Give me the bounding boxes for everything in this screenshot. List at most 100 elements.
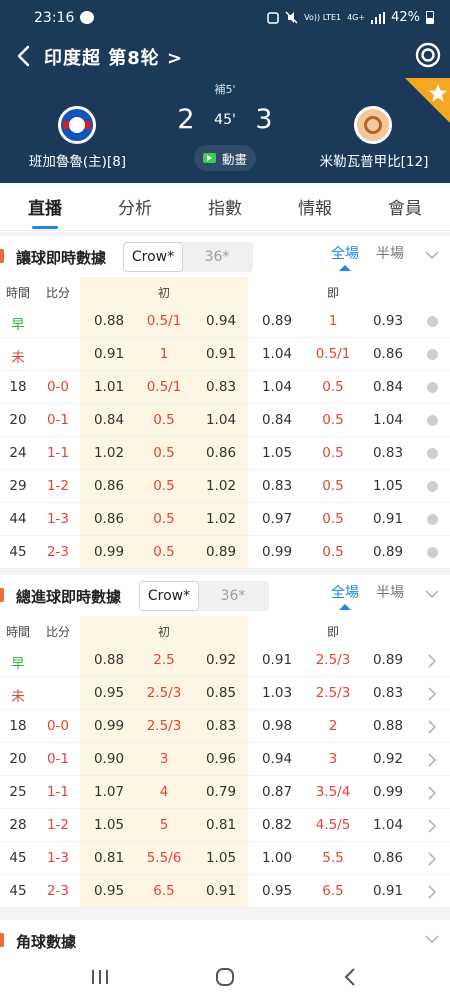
current-line: 0.5 bbox=[322, 445, 344, 461]
collapse-chevron-icon[interactable] bbox=[425, 248, 439, 262]
tv-icon bbox=[202, 153, 216, 163]
odds-row[interactable]: 45 2-3 0.95 6.5 0.91 0.95 6.5 0.91 bbox=[0, 875, 450, 908]
current-away-odds: 1.04 bbox=[372, 412, 404, 428]
initial-line: 0.5/1 bbox=[146, 379, 182, 395]
row-score: 2-3 bbox=[46, 544, 70, 560]
home-icon[interactable] bbox=[212, 965, 238, 989]
row-time: 20 bbox=[9, 751, 27, 767]
initial-away-odds: 1.02 bbox=[205, 511, 237, 527]
row-time: 早 bbox=[11, 656, 25, 672]
favorite-star-icon[interactable] bbox=[405, 78, 450, 123]
chevron-right-icon[interactable] bbox=[427, 687, 437, 701]
match-header: 23:16 Vo)) LTE1 4G+ 42% 印度超 第8轮 > 補5' 2 … bbox=[0, 0, 450, 183]
tab-analysis[interactable]: 分析 bbox=[105, 194, 165, 219]
odds-row[interactable]: 45 1-3 0.81 5.5/6 1.05 1.00 5.5 0.86 bbox=[0, 842, 450, 875]
current-home-odds: 0.82 bbox=[261, 817, 293, 833]
current-line: 2 bbox=[328, 718, 338, 734]
odds-row: 29 1-2 0.86 0.5 1.02 0.83 0.5 1.05 bbox=[0, 470, 450, 503]
scope-full-match[interactable]: 全場 bbox=[330, 243, 360, 271]
bookmaker-36[interactable]: 36* bbox=[203, 581, 263, 611]
match-minute: 45' bbox=[214, 112, 236, 128]
bookmaker-crow[interactable]: Crow* bbox=[123, 242, 183, 272]
row-score: 2-3 bbox=[46, 883, 70, 899]
current-line: 2.5/3 bbox=[315, 652, 351, 668]
status-dot-icon bbox=[427, 448, 438, 459]
odds-row: 44 1-3 0.86 0.5 1.02 0.97 0.5 0.91 bbox=[0, 503, 450, 536]
initial-away-odds: 0.79 bbox=[205, 784, 237, 800]
home-team-logo[interactable] bbox=[58, 106, 96, 144]
tab-member[interactable]: 會員 bbox=[375, 194, 435, 219]
tab-intel[interactable]: 情報 bbox=[285, 194, 345, 219]
chevron-right-icon[interactable] bbox=[427, 885, 437, 899]
current-line: 3 bbox=[328, 751, 338, 767]
status-dot-icon bbox=[427, 547, 438, 558]
collapse-chevron-icon[interactable] bbox=[425, 587, 439, 601]
odds-row[interactable]: 早 0.88 2.5 0.92 0.91 2.5/3 0.89 bbox=[0, 644, 450, 677]
away-team-logo[interactable] bbox=[354, 106, 392, 144]
chevron-right-icon[interactable] bbox=[427, 753, 437, 767]
row-time: 28 bbox=[9, 817, 27, 833]
row-score: 1-2 bbox=[46, 817, 70, 833]
scope-half-match[interactable]: 半場 bbox=[375, 243, 405, 263]
scope-full-match[interactable]: 全場 bbox=[330, 582, 360, 610]
current-away-odds: 0.99 bbox=[372, 784, 404, 800]
current-home-odds: 0.87 bbox=[261, 784, 293, 800]
home-team-name[interactable]: 班加魯魯(主)[8] bbox=[20, 150, 135, 170]
chevron-right-icon[interactable] bbox=[427, 720, 437, 734]
home-score: 2 bbox=[177, 104, 195, 135]
initial-away-odds: 0.91 bbox=[205, 883, 237, 899]
chat-notification-icon bbox=[80, 11, 94, 24]
totals-section: 總進球即時數據 Crow* 36* 全場 半場 時間 比分 初 即 早 0.88 2… bbox=[0, 575, 450, 908]
away-team-name[interactable]: 米勒瓦普甲比[12] bbox=[318, 150, 430, 170]
header-time: 時間 bbox=[5, 286, 30, 300]
back-icon[interactable] bbox=[12, 42, 34, 70]
initial-away-odds: 0.85 bbox=[205, 685, 237, 701]
added-time-label: 補5' bbox=[214, 83, 236, 96]
tab-live[interactable]: 直播 bbox=[15, 194, 75, 219]
initial-home-odds: 0.86 bbox=[93, 511, 125, 527]
current-home-odds: 0.98 bbox=[261, 718, 293, 734]
initial-line: 5 bbox=[159, 817, 169, 833]
initial-line: 0.5/1 bbox=[146, 313, 182, 329]
totals-header: 總進球即時數據 Crow* 36* 全場 半場 bbox=[0, 575, 450, 615]
animation-button[interactable]: 動畫 bbox=[194, 145, 256, 171]
back-nav-icon[interactable] bbox=[338, 965, 364, 989]
odds-row[interactable]: 未 0.95 2.5/3 0.85 1.03 2.5/3 0.83 bbox=[0, 677, 450, 710]
odds-row[interactable]: 18 0-0 0.99 2.5/3 0.83 0.98 2 0.88 bbox=[0, 710, 450, 743]
current-line: 4.5/5 bbox=[315, 817, 351, 833]
tab-odds[interactable]: 指數 bbox=[195, 194, 255, 219]
row-score: 0-1 bbox=[46, 412, 70, 428]
odds-row[interactable]: 20 0-1 0.90 3 0.96 0.94 3 0.92 bbox=[0, 743, 450, 776]
row-time: 45 bbox=[9, 883, 27, 899]
odds-row[interactable]: 28 1-2 1.05 5 0.81 0.82 4.5/5 1.04 bbox=[0, 809, 450, 842]
bookmaker-36[interactable]: 36* bbox=[187, 242, 247, 272]
current-home-odds: 1.04 bbox=[261, 346, 293, 362]
target-settings-icon[interactable] bbox=[415, 42, 441, 68]
current-away-odds: 0.89 bbox=[372, 544, 404, 560]
current-home-odds: 0.99 bbox=[261, 544, 293, 560]
initial-away-odds: 1.05 bbox=[205, 850, 237, 866]
status-time: 23:16 bbox=[34, 10, 75, 26]
header-score: 比分 bbox=[45, 286, 70, 300]
chevron-right-icon[interactable] bbox=[427, 852, 437, 866]
odds-row[interactable]: 25 1-1 1.07 4 0.79 0.87 3.5/4 0.99 bbox=[0, 776, 450, 809]
corners-section[interactable]: 角球數據 bbox=[0, 920, 450, 960]
chevron-right-icon[interactable] bbox=[427, 819, 437, 833]
bookmaker-crow[interactable]: Crow* bbox=[139, 581, 199, 611]
expand-chevron-icon[interactable] bbox=[425, 932, 439, 946]
away-score: 3 bbox=[255, 104, 273, 135]
initial-line: 3 bbox=[159, 751, 169, 767]
current-home-odds: 0.95 bbox=[261, 883, 293, 899]
initial-away-odds: 0.91 bbox=[205, 346, 237, 362]
recent-apps-icon[interactable] bbox=[87, 965, 113, 989]
row-time: 18 bbox=[9, 379, 27, 395]
section-gap bbox=[0, 908, 450, 920]
scope-half-match[interactable]: 半場 bbox=[375, 582, 405, 602]
chevron-right-icon[interactable] bbox=[427, 786, 437, 800]
initial-home-odds: 0.88 bbox=[93, 652, 125, 668]
current-away-odds: 0.83 bbox=[372, 445, 404, 461]
chevron-right-icon[interactable] bbox=[427, 654, 437, 668]
corners-title: 角球數據 bbox=[16, 933, 77, 951]
initial-home-odds: 0.81 bbox=[93, 850, 125, 866]
league-round-title[interactable]: 印度超 第8轮 > bbox=[44, 44, 183, 70]
